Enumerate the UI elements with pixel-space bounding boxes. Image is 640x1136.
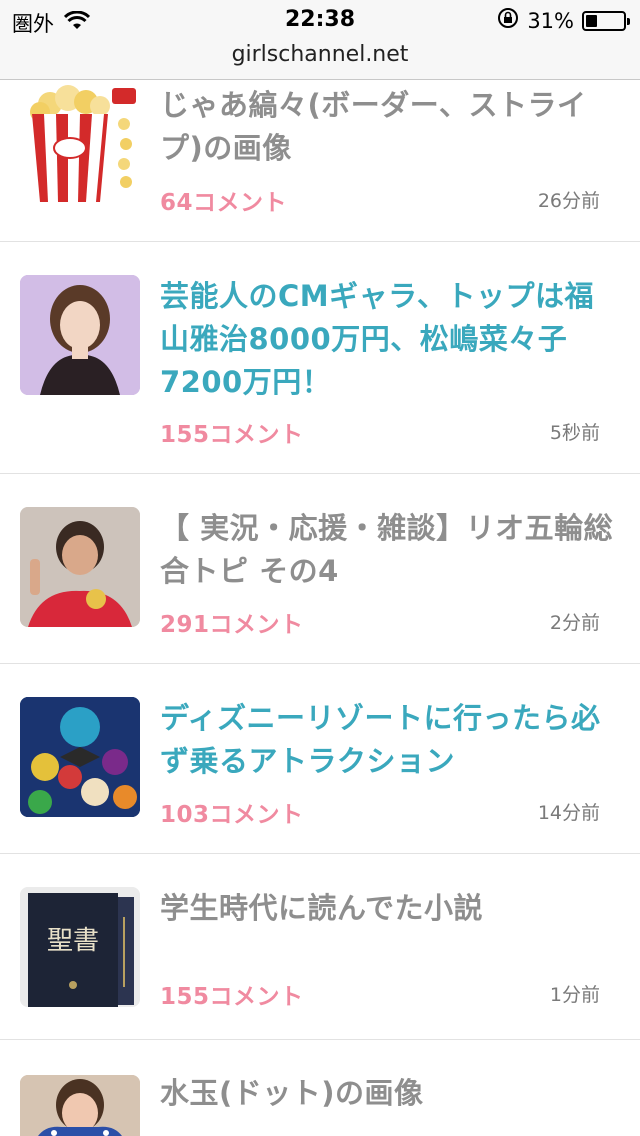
post-time: 26分前 (537, 190, 600, 212)
topic-title[interactable]: 芸能人のCMギャラ、トップは福山雅治8000万円、松嶋菜々子7200万円！ (160, 275, 620, 404)
list-item[interactable]: じゃあ縞々(ボーダー、ストライプ)の画像 64コメント 26分前 (0, 80, 640, 242)
battery-percent: 31% (527, 8, 574, 33)
disney-characters-thumbnail (20, 697, 140, 817)
topic-title[interactable]: 水玉(ドット)の画像 (160, 1072, 620, 1115)
address-url: girlschannel.net (231, 42, 409, 67)
woman-portrait-thumbnail (20, 275, 140, 395)
list-item[interactable]: 芸能人のCMギャラ、トップは福山雅治8000万円、松嶋菜々子7200万円！ 15… (0, 242, 640, 474)
comment-count: 64コメント (160, 190, 288, 216)
list-item[interactable]: ディズニーリゾートに行ったら必ず乗るアトラクション 103コメント 14分前 (0, 664, 640, 854)
address-bar[interactable]: girlschannel.net (0, 40, 640, 80)
list-item[interactable]: 聖書 学生時代に読んでた小説 155コメント 1分前 (0, 854, 640, 1040)
post-time: 2分前 (549, 612, 600, 634)
book-thumbnail: 聖書 (20, 887, 140, 1007)
athlete-medal-thumbnail (20, 507, 140, 627)
comment-count: 155コメント (160, 422, 304, 448)
list-item[interactable]: 水玉(ドット)の画像 (0, 1040, 640, 1136)
polka-dot-thumbnail (20, 1075, 140, 1136)
comment-count: 155コメント (160, 984, 304, 1010)
post-time: 14分前 (537, 802, 600, 824)
list-item[interactable]: 【 実況・応援・雑談】リオ五輪総合トピ その4 291コメント 2分前 (0, 474, 640, 664)
topic-title[interactable]: 学生時代に読んでた小説 (160, 887, 620, 930)
topic-title[interactable]: ディズニーリゾートに行ったら必ず乗るアトラクション (160, 697, 620, 783)
topic-title[interactable]: じゃあ縞々(ボーダー、ストライプ)の画像 (160, 84, 620, 170)
status-bar: 圏外 22:38 31% (0, 0, 640, 40)
comment-count: 291コメント (160, 612, 304, 638)
comment-count: 103コメント (160, 802, 304, 828)
battery-icon (582, 10, 630, 31)
popcorn-thumbnail (20, 84, 140, 204)
post-time: 5秒前 (549, 422, 600, 444)
book-title-text: 聖書 (47, 926, 99, 956)
topic-title[interactable]: 【 実況・応援・雑談】リオ五輪総合トピ その4 (160, 507, 620, 593)
post-time: 1分前 (549, 984, 600, 1006)
rotation-lock-icon (497, 7, 519, 34)
